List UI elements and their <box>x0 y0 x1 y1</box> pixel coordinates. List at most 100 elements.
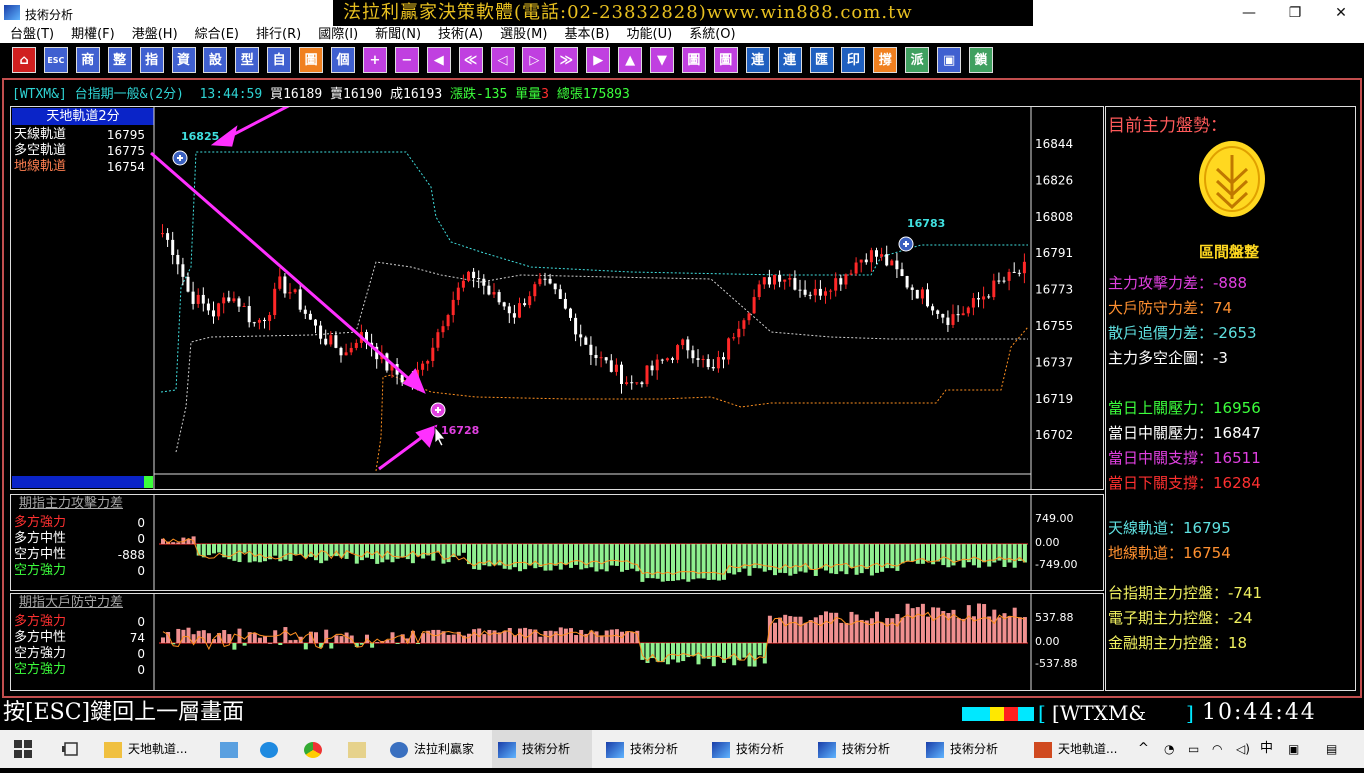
toolbar-button[interactable]: 商 <box>75 47 100 73</box>
toolbar-button[interactable]: 圖 <box>713 47 738 73</box>
toolbar-button[interactable]: 圖 <box>681 47 706 73</box>
y-tick-label: 16844 <box>1035 137 1073 151</box>
menu-item[interactable]: 新聞(N) <box>365 26 428 43</box>
tray-chevron-icon[interactable]: ^ <box>1138 730 1154 768</box>
buy-price: 16189 <box>283 87 323 102</box>
toolbar-button[interactable]: ▣ <box>937 47 962 73</box>
indicator-bar <box>161 637 165 643</box>
taskbar-chart-item[interactable]: 技術分析 <box>600 730 700 768</box>
menu-item[interactable]: 期權(F) <box>61 26 122 43</box>
menu-item[interactable]: 排行(R) <box>246 26 308 43</box>
toolbar-button[interactable]: 撐 <box>873 47 898 73</box>
taskbar-label: 技術分析 <box>522 742 571 756</box>
minimize-button[interactable]: — <box>1226 0 1272 26</box>
candle-body <box>217 303 221 317</box>
menu-item[interactable]: 綜合(E) <box>185 26 246 43</box>
toolbar-button[interactable]: 資 <box>171 47 196 73</box>
defense-indicator-pane[interactable]: 期指大戶防守力差 多方強力 0 多方中性 74 空方強力 0 空方強力 0 537.88 0.0… <box>10 593 1104 691</box>
taskbar-chart-item[interactable]: 技術分析 <box>812 730 912 768</box>
indicator-bar <box>252 632 257 643</box>
status-clock: 10:44:44 <box>1202 700 1317 725</box>
toolbar-button[interactable]: 連 <box>745 47 770 73</box>
symbol-name: 台指期一般&(2分) <box>74 87 184 102</box>
menu-item[interactable]: 選股(M) <box>490 26 554 43</box>
toolbar-button[interactable]: ⌂ <box>12 47 36 73</box>
toolbar-button[interactable]: 匯 <box>809 47 834 73</box>
ime-mode-icon[interactable]: ▣ <box>1288 730 1304 768</box>
status-value: 16956 <box>1213 399 1261 417</box>
defense-bar-chart[interactable]: 537.88 0.00 -537.88 <box>11 594 1103 690</box>
restore-button[interactable]: ❐ <box>1272 0 1318 26</box>
toolbar-button[interactable]: ▶ <box>586 47 611 73</box>
taskbar-chart-item[interactable]: 技術分析 <box>492 730 592 768</box>
candle-body <box>742 320 746 329</box>
toolbar-button[interactable]: 圖 <box>299 47 324 73</box>
toolbar-button[interactable]: ▲ <box>618 47 643 73</box>
menu-item[interactable]: 國際(I) <box>308 26 365 43</box>
volume-icon[interactable]: ◁) <box>1236 730 1254 768</box>
menu-item[interactable]: 功能(U) <box>617 26 680 43</box>
candlestick-chart[interactable]: 16844 16826 16808 16791 16773 16755 16737 16719… <box>11 107 1103 489</box>
candle-body <box>298 289 302 310</box>
start-icon[interactable] <box>14 730 36 768</box>
toolbar-button[interactable]: 個 <box>331 47 355 73</box>
ime-indicator[interactable]: 中 <box>1260 730 1276 768</box>
taskbar-ferrari-item[interactable]: 法拉利贏家 <box>390 730 484 768</box>
wifi-icon[interactable]: ◠ <box>1212 730 1230 768</box>
taskbar-paint-item[interactable] <box>348 730 374 768</box>
menu-item[interactable]: 技術(A) <box>428 26 490 43</box>
close-button[interactable]: ✕ <box>1318 0 1364 26</box>
price-chart-pane[interactable]: 天地軌道2分 天線軌道 16795 多空軌道 16775 地線軌道 16754 16844… <box>10 106 1104 490</box>
tray-device-icon[interactable]: ▭ <box>1188 730 1206 768</box>
taskbar-ie-item[interactable] <box>260 730 286 768</box>
indicator-bar <box>767 615 772 643</box>
toolbar-button[interactable]: 整 <box>107 47 132 73</box>
toolbar-button[interactable]: 指 <box>139 47 164 73</box>
taskbar-chrome-item[interactable] <box>304 730 330 768</box>
taskbar-chart-item[interactable]: 技術分析 <box>920 730 1020 768</box>
toolbar-button[interactable]: ESC <box>43 47 68 73</box>
toolbar-button[interactable]: 派 <box>905 47 930 73</box>
taskbar-pc-item[interactable] <box>220 730 244 768</box>
toolbar-button[interactable]: ≫ <box>554 47 579 73</box>
menu-item[interactable]: 基本(B) <box>554 26 616 43</box>
menu-item[interactable]: 系統(O) <box>679 26 742 43</box>
indicator-bar <box>589 544 594 568</box>
indicator-bar <box>574 635 579 643</box>
scroll-thumb[interactable] <box>144 476 153 488</box>
toolbar-button[interactable]: 型 <box>235 47 260 73</box>
scroll-track[interactable] <box>12 476 152 488</box>
toolbar-button[interactable]: ▼ <box>650 47 674 73</box>
task-view-icon[interactable] <box>62 730 84 768</box>
indicator-bar <box>569 544 573 568</box>
notification-icon[interactable]: ▤ <box>1326 730 1344 768</box>
status-row: 散戶追價力差：-2653 <box>1108 323 1257 343</box>
toolbar-button[interactable]: ▷ <box>522 47 547 73</box>
toolbar-button[interactable]: 鎖 <box>969 47 993 73</box>
toolbar-button[interactable]: 設 <box>203 47 228 73</box>
toolbar-button[interactable]: + <box>362 47 387 73</box>
indicator-bar <box>971 544 976 566</box>
attack-indicator-pane[interactable]: 期指主力攻擊力差 多方強力 0 多方中性 0 空方中性 -888 空方強力 0 749.00 0… <box>10 494 1104 591</box>
menu-item[interactable]: 台盤(T) <box>0 26 61 43</box>
y-tick-label: 0.00 <box>1035 536 1060 549</box>
attack-bar-chart[interactable]: 749.00 0.00 -749.00 <box>11 495 1103 590</box>
candle-body <box>864 259 868 263</box>
tray-network-icon[interactable]: ◔ <box>1164 730 1180 768</box>
toolbar-button[interactable]: 自 <box>267 47 292 73</box>
taskbar-chart-item[interactable]: 技術分析 <box>706 730 806 768</box>
taskbar-ppt-item[interactable]: 天地軌道... <box>1030 730 1128 768</box>
menu-item[interactable]: 港盤(H) <box>122 26 185 43</box>
taskbar-folder-item[interactable]: 天地軌道... <box>104 730 200 768</box>
toolbar-button[interactable]: 連 <box>777 47 802 73</box>
status-row: 當日中關支撐：16511 <box>1108 448 1261 468</box>
candle-body <box>757 284 761 298</box>
toolbar-button[interactable]: 印 <box>841 47 866 73</box>
toolbar-button[interactable]: ◀ <box>426 47 451 73</box>
indicator-bar <box>783 614 788 643</box>
toolbar-button[interactable]: − <box>394 47 419 73</box>
indicator-bar <box>319 544 324 564</box>
toolbar-button[interactable]: ≪ <box>458 47 483 73</box>
toolbar-button[interactable]: ◁ <box>490 47 515 73</box>
indicator-bar <box>926 616 930 643</box>
